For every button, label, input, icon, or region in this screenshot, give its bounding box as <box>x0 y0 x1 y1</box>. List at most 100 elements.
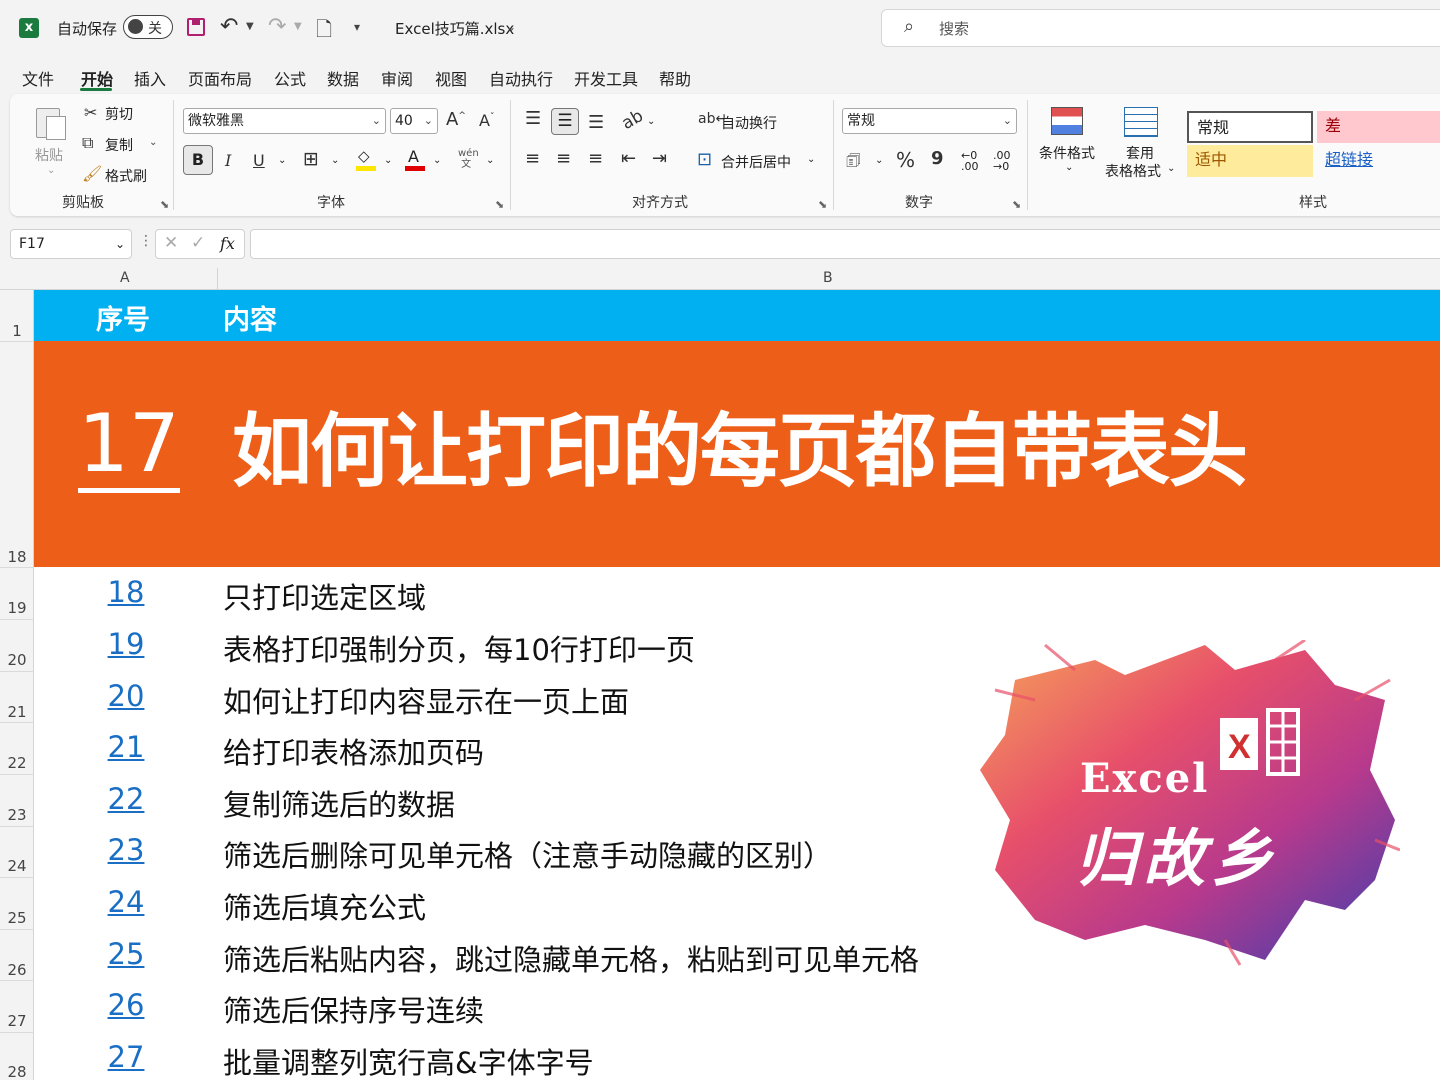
undo-dropdown-icon[interactable]: ▼ <box>246 21 254 32</box>
align-middle-button[interactable]: ☰ <box>551 108 579 135</box>
row-header[interactable]: 18 <box>0 548 34 566</box>
increase-decimal-icon[interactable]: ←0.00 <box>961 150 979 172</box>
style-bad[interactable]: 差 <box>1317 111 1440 143</box>
customize-toolbar-icon[interactable]: ▾ <box>354 20 360 34</box>
tab-file[interactable]: 文件 <box>22 66 54 90</box>
row-content[interactable]: 给打印表格添加页码 <box>223 730 484 772</box>
increase-font-size-icon[interactable]: A^ <box>446 109 466 130</box>
font-name-select[interactable]: 微软雅黑 ⌄ <box>183 108 386 134</box>
align-right-icon[interactable]: ≡ <box>588 148 603 169</box>
redo-icon[interactable]: ↷ <box>268 14 286 39</box>
header-cell-index[interactable]: 序号 <box>96 298 150 337</box>
row-content[interactable]: 筛选后填充公式 <box>223 885 426 927</box>
row-content[interactable]: 筛选后删除可见单元格（注意手动隐藏的区别） <box>223 833 832 875</box>
row-content[interactable]: 批量调整列宽行高&字体字号 <box>223 1040 594 1082</box>
autosave-toggle[interactable]: 关 <box>123 15 173 39</box>
tab-formulas[interactable]: 公式 <box>274 66 306 90</box>
tab-review[interactable]: 审阅 <box>381 66 413 90</box>
format-painter-icon[interactable]: 🖌 <box>82 164 102 183</box>
percent-style-button[interactable]: % <box>896 148 915 172</box>
column-header-a[interactable]: A <box>120 270 130 286</box>
column-header-b[interactable]: B <box>823 270 833 286</box>
row-number-link[interactable]: 20 <box>78 679 174 713</box>
underline-button[interactable]: U <box>253 151 265 170</box>
redo-dropdown-icon[interactable]: ▼ <box>294 21 302 32</box>
format-as-table-line1[interactable]: 套用 <box>1126 143 1154 163</box>
currency-dropdown-icon[interactable]: ⌄ <box>875 155 883 166</box>
font-color-icon[interactable]: A <box>405 147 425 171</box>
font-color-dropdown-icon[interactable]: ⌄ <box>433 155 441 166</box>
name-box[interactable]: F17 ⌄ <box>10 229 132 259</box>
file-name[interactable]: Excel技巧篇.xlsx <box>395 18 514 39</box>
format-as-table-line2[interactable]: 表格格式 <box>1105 161 1161 181</box>
row-number-link[interactable]: 25 <box>78 937 174 971</box>
bold-button[interactable]: B <box>183 145 213 175</box>
decrease-font-size-icon[interactable]: Aˇ <box>479 111 494 130</box>
formula-input[interactable] <box>250 229 1440 259</box>
conditional-formatting-icon[interactable] <box>1051 107 1083 135</box>
conditional-formatting-button[interactable]: 条件格式 <box>1039 143 1095 163</box>
borders-dropdown-icon[interactable]: ⌄ <box>331 155 339 166</box>
phonetic-guide-icon[interactable]: wén 文 <box>458 148 479 170</box>
copy-dropdown-icon[interactable]: ⌄ <box>149 137 157 148</box>
wrap-text-button[interactable]: 自动换行 <box>721 113 777 133</box>
paste-dropdown-icon[interactable]: ⌄ <box>47 165 55 176</box>
style-neutral[interactable]: 适中 <box>1187 145 1313 177</box>
font-launcher-icon[interactable]: ⬊ <box>495 198 504 211</box>
format-as-table-icon[interactable] <box>1124 107 1158 137</box>
tab-view[interactable]: 视图 <box>435 66 467 90</box>
row-number-link[interactable]: 22 <box>78 782 174 816</box>
highlight-row-number[interactable]: 17 <box>78 400 180 493</box>
cut-icon[interactable]: ✂ <box>84 103 97 122</box>
cut-button[interactable]: 剪切 <box>105 104 133 124</box>
tab-home[interactable]: 开始 <box>81 66 113 90</box>
row-header[interactable]: 19 <box>0 599 34 617</box>
conditional-dropdown-icon[interactable]: ⌄ <box>1065 162 1073 173</box>
row-content[interactable]: 如何让打印内容显示在一页上面 <box>223 679 629 721</box>
fill-color-dropdown-icon[interactable]: ⌄ <box>384 155 392 166</box>
tab-insert[interactable]: 插入 <box>134 66 166 90</box>
merge-center-button[interactable]: 合并后居中 <box>721 152 791 172</box>
tab-page-layout[interactable]: 页面布局 <box>188 66 252 90</box>
row-header[interactable]: 25 <box>0 909 34 927</box>
row-content[interactable]: 只打印选定区域 <box>223 575 426 617</box>
row-content[interactable]: 表格打印强制分页，每10行打印一页 <box>223 627 695 669</box>
currency-format-icon[interactable]: 🗊 <box>846 150 861 177</box>
clipboard-launcher-icon[interactable]: ⬊ <box>160 198 169 211</box>
row-number-link[interactable]: 24 <box>78 885 174 919</box>
align-left-icon[interactable]: ≡ <box>525 148 540 169</box>
copy-button[interactable]: 复制 <box>105 135 133 155</box>
highlight-row-title[interactable]: 如何让打印的每页都自带表头 <box>232 400 1248 504</box>
excel-app-icon[interactable]: x <box>19 18 39 38</box>
phonetic-dropdown-icon[interactable]: ⌄ <box>486 155 494 166</box>
row-number-link[interactable]: 18 <box>78 575 174 609</box>
tab-help[interactable]: 帮助 <box>659 66 691 90</box>
row-header[interactable]: 1 <box>0 322 34 340</box>
row-number-link[interactable]: 23 <box>78 833 174 867</box>
row-header[interactable]: 20 <box>0 651 34 669</box>
style-hyperlink[interactable]: 超链接 <box>1317 145 1440 177</box>
row-content[interactable]: 复制筛选后的数据 <box>223 782 455 824</box>
tab-developer[interactable]: 开发工具 <box>574 66 638 90</box>
align-top-icon[interactable]: ☰ <box>525 108 541 129</box>
decrease-decimal-icon[interactable]: .00 →0 <box>993 150 1011 172</box>
column-divider[interactable] <box>217 268 218 290</box>
number-format-select[interactable]: 常规 ⌄ <box>842 108 1017 134</box>
row-number-link[interactable]: 27 <box>78 1040 174 1074</box>
row-content[interactable]: 筛选后保持序号连续 <box>223 988 484 1030</box>
row-header[interactable]: 26 <box>0 961 34 979</box>
paste-button[interactable]: 粘贴 <box>35 145 63 165</box>
increase-indent-icon[interactable]: ⇥ <box>652 148 667 169</box>
merge-dropdown-icon[interactable]: ⌄ <box>807 154 815 165</box>
underline-dropdown-icon[interactable]: ⌄ <box>278 155 286 166</box>
row-header[interactable]: 28 <box>0 1063 34 1081</box>
row-header[interactable]: 23 <box>0 806 34 824</box>
print-preview-icon[interactable]: 🗋 <box>316 15 332 49</box>
row-header[interactable]: 21 <box>0 703 34 721</box>
merge-center-icon[interactable]: ⊡ <box>697 149 712 170</box>
orientation-dropdown-icon[interactable]: ⌄ <box>647 116 655 127</box>
confirm-entry-icon[interactable]: ✓ <box>191 233 205 253</box>
insert-function-button[interactable]: fx <box>220 234 235 253</box>
decrease-indent-icon[interactable]: ⇤ <box>621 148 636 169</box>
row-number-link[interactable]: 26 <box>78 988 174 1022</box>
